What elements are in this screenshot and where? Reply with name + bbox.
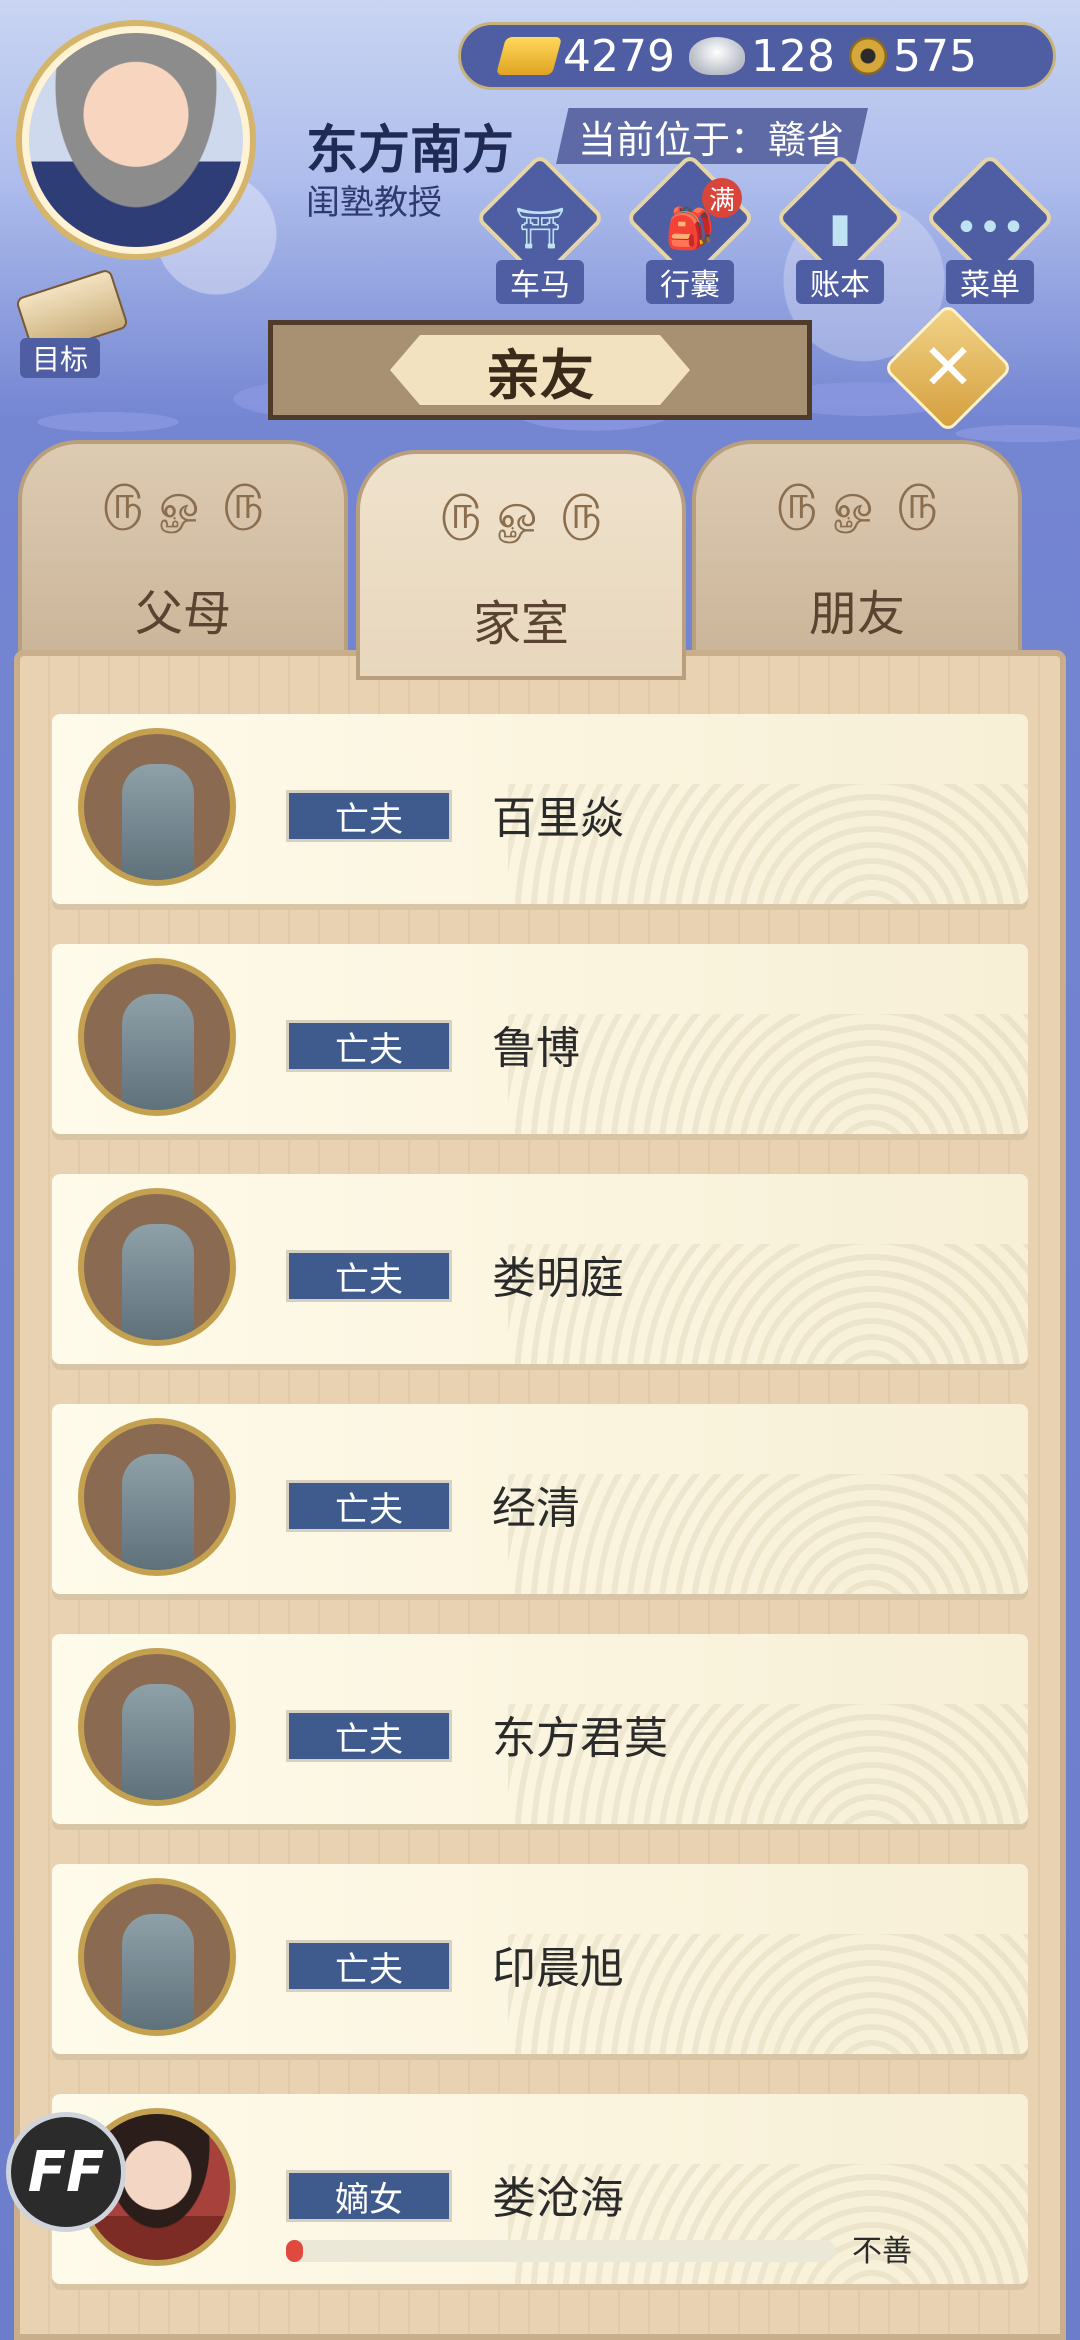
cloud-ornament-icon: ௫ ௐ ௫ [775,474,939,530]
tombstone-icon [122,1914,194,2030]
tombstone-icon [122,1684,194,1800]
relative-name: 东方君莫 [492,1713,668,1764]
tab-friends-label: 朋友 [808,586,905,642]
relative-name: 印晨旭 [492,1943,624,1994]
coin-value: 575 [892,30,977,82]
goal-label: 目标 [20,338,101,378]
goal-button[interactable]: 目标 [14,268,130,378]
relative-name: 娄沧海 [492,2173,624,2224]
relationship-bar [286,2240,836,2262]
more-icon: ••• [954,205,1026,251]
relative-card[interactable]: 亡夫 东方君莫 [52,1634,1028,1824]
nav-carriage-label: 车马 [496,260,584,304]
page-title: 亲友 [390,335,690,405]
tab-parents[interactable]: ௫ ௐ ௫ 父母 [18,440,348,670]
bag-full-badge: 满 [702,178,742,218]
tombstone-portrait [78,728,236,886]
relative-card[interactable]: 亡夫 印晨旭 [52,1864,1028,2054]
close-icon: ✕ [921,331,975,405]
tab-family-label: 家室 [472,596,569,652]
player-portrait [29,33,243,247]
ff-overlay-button[interactable]: FF [6,2112,126,2232]
relative-card[interactable]: 亡夫 娄明庭 [52,1174,1028,1364]
relative-name: 鲁博 [492,1023,580,1074]
relation-tag: 亡夫 [286,1020,452,1072]
relative-card[interactable]: 嫡女 娄沧海 不善 [52,2094,1028,2284]
silver-value: 128 [750,30,835,82]
relationship-bar-fill [286,2240,303,2262]
tombstone-portrait [78,1188,236,1346]
tab-parents-label: 父母 [134,586,231,642]
silver-amount: 128 [688,30,835,82]
relative-name: 娄明庭 [492,1253,624,1304]
nav-ledger-button[interactable]: ▮ 账本 [774,152,906,304]
tombstone-portrait [78,1418,236,1576]
nav-bag-button[interactable]: 🎒 满 行囊 [624,152,756,304]
relative-name: 经清 [492,1483,580,1534]
page-title-plate: 亲友 [268,320,812,420]
tombstone-icon [122,764,194,880]
relation-tag: 亡夫 [286,1480,452,1532]
tombstone-icon [122,1454,194,1570]
relationship-label: 不善 [852,2234,912,2269]
tombstone-portrait [78,1878,236,2036]
relative-name: 百里焱 [492,793,624,844]
relative-card[interactable]: 亡夫 鲁博 [52,944,1028,1134]
relation-tag: 亡夫 [286,1710,452,1762]
location-label: 当前位于：赣省 [556,108,868,164]
silver-ingot-icon [688,37,745,75]
nav-bag-label: 行囊 [646,260,734,304]
relative-card[interactable]: 亡夫 经清 [52,1404,1028,1594]
relation-tag: 亡夫 [286,1250,452,1302]
relation-tag: 亡夫 [286,790,452,842]
coin-amount: 575 [848,30,977,82]
nav-ledger-label: 账本 [796,260,884,304]
tombstone-icon [122,994,194,1110]
tombstone-icon [122,1224,194,1340]
relation-tag: 亡夫 [286,1940,452,1992]
tombstone-portrait [78,958,236,1116]
relative-card[interactable]: 亡夫 百里焱 [52,714,1028,904]
tab-family[interactable]: ௫ ௐ ௫ 家室 [356,450,686,680]
tombstone-portrait [78,1648,236,1806]
cloud-ornament-icon: ௫ ௐ ௫ [439,484,603,540]
nav-menu-label: 菜单 [946,260,1034,304]
relation-tag: 嫡女 [286,2170,452,2222]
tab-friends[interactable]: ௫ ௐ ௫ 朋友 [692,440,1022,670]
gold-ingot-icon [495,37,563,75]
player-title: 闺塾教授 [306,183,442,223]
carriage-icon: ⛩ [514,205,566,252]
copper-coin-icon [848,37,887,75]
gold-amount: 4279 [495,30,675,82]
ledger-icon: ▮ [828,205,851,251]
nav-menu-button[interactable]: ••• 菜单 [924,152,1056,304]
currency-bar: 4279 128 575 [458,22,1056,90]
nav-carriage-button[interactable]: ⛩ 车马 [474,152,606,304]
cloud-ornament-icon: ௫ ௐ ௫ [101,474,265,530]
gold-value: 4279 [563,30,675,82]
player-avatar[interactable] [16,20,256,260]
